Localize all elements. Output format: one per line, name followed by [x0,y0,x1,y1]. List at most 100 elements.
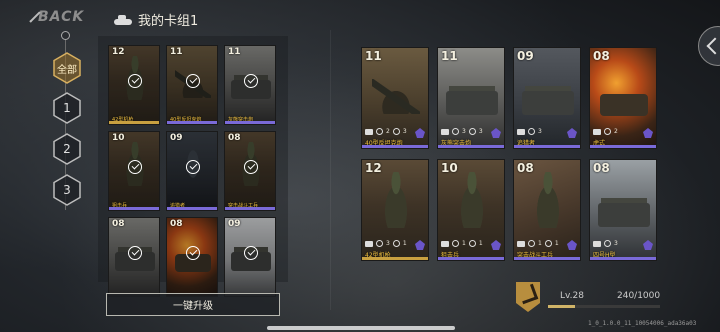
filter-tab[interactable]: 2 [52,133,82,165]
card-stat-value: 1 [538,240,542,247]
rarity-bar [109,121,159,124]
soldier-art-icon [379,172,413,229]
version-label: 1_0_1.0.0_11_10054006_ada36a03 [588,320,697,327]
card[interactable]: 08 突击战斗工兵 [224,131,276,211]
unit-type-icon [365,240,373,247]
card-cost: 11 [228,47,241,57]
card[interactable]: 09 追猎者 [166,131,218,211]
antitank-gun-art-icon [372,78,420,115]
card[interactable]: 09 3 追猎者 [513,47,581,149]
rarity-bar [514,257,580,260]
tank-art-icon [446,90,498,116]
card-cost: 08 [228,133,241,143]
card-stat-value: 1 [462,240,466,247]
card-stat-value: 3 [386,240,390,247]
card[interactable]: 10 1 1 狙击兵 [437,159,505,261]
card-stat-value: 1 [478,240,483,247]
card[interactable]: 12 3 1 42型机枪 [361,159,429,261]
rarity-bar [362,257,428,260]
card-stat-value: 3 [478,128,483,135]
level-label: Lv.28 [560,291,584,301]
card-stats: 23 [365,128,407,135]
tank-art-icon [598,202,650,228]
card-stat-value: 3 [462,128,466,135]
filter-label: 1 [63,101,71,115]
tank-icon [114,14,132,25]
filter-tab[interactable]: 全部 [52,52,82,84]
stat-icon [376,240,383,247]
unit-type-icon [593,240,601,247]
filter-tab[interactable]: 1 [52,92,82,124]
unit-type-icon [441,240,449,247]
card-cost: 12 [365,161,382,175]
stat-icon [604,128,611,135]
card-stats: 31 [365,240,407,247]
card[interactable]: 08 1 1 突击战斗工兵 [513,159,581,261]
rarity-bar [109,207,159,210]
card[interactable]: 08 3 四号H型 [589,159,657,261]
stat-icon [392,128,400,135]
card-cost: 10 [112,133,125,143]
card[interactable]: 12 42型机枪 [108,45,160,125]
card-stats: 2 [593,128,618,135]
card-stats: 3 [593,240,618,247]
card[interactable]: 11 灰熊突击炮 [224,45,276,125]
unit-type-icon [593,128,601,135]
filter-label: 全部 [57,64,77,76]
card[interactable]: 11 2 3 40型反坦克炮 [361,47,429,149]
unit-type-icon [517,240,525,247]
rarity-bar [438,145,504,148]
stat-icon [392,240,400,247]
selected-check-icon [186,246,200,260]
stat-icon [376,128,383,135]
card-cost: 08 [170,219,183,229]
card[interactable]: 10 狙击兵 [108,131,160,211]
card-cost: 12 [112,47,125,57]
rarity-bar [514,145,580,148]
card[interactable]: 08 [108,217,160,297]
home-indicator [267,326,455,330]
card[interactable]: 08 2 虎式 [589,47,657,149]
card-cost: 11 [365,49,382,63]
card[interactable]: 11 3 3 灰熊突击炮 [437,47,505,149]
deck-title-text: 我的卡组1 [138,14,199,29]
selected-check-icon [186,74,200,88]
selected-check-icon [186,160,200,174]
card[interactable]: 11 40型反坦克炮 [166,45,218,125]
stat-icon [468,240,476,247]
rarity-bar [225,207,275,210]
card-stats: 33 [441,128,483,135]
card[interactable]: 09 [224,217,276,297]
stat-icon [604,240,611,247]
soldier-art-icon [455,172,489,229]
card-cost: 08 [593,161,610,175]
filter-rail-knob [61,31,70,40]
burning-tank-art-icon [600,93,648,117]
unit-type-icon [441,128,449,135]
card-stat-value: 1 [402,240,407,247]
back-label: BACK [38,9,85,25]
card-cost: 11 [170,47,183,57]
card-cost: 08 [112,219,125,229]
card-stats: 11 [441,240,483,247]
stat-icon [528,240,535,247]
card-cost: 08 [517,161,534,175]
card-stat-value: 3 [614,240,618,247]
selected-check-icon [244,74,258,88]
stat-icon [528,128,535,135]
card-cost: 09 [170,133,183,143]
selected-check-icon [244,160,258,174]
card[interactable]: 08 [166,217,218,297]
card-stat-value: 2 [614,128,618,135]
filter-tab[interactable]: 3 [52,174,82,206]
rarity-bar [167,207,217,210]
card-cost: 11 [441,49,458,63]
selected-check-icon [128,74,142,88]
card-stat-value: 2 [386,128,390,135]
stat-icon [452,128,459,135]
deck-title: 我的卡组1 [114,10,198,29]
filter-label: 3 [63,183,71,197]
back-button[interactable]: BACK [29,8,85,26]
upgrade-all-button[interactable]: 一键升级 [106,293,280,316]
rarity-bar [590,145,656,148]
